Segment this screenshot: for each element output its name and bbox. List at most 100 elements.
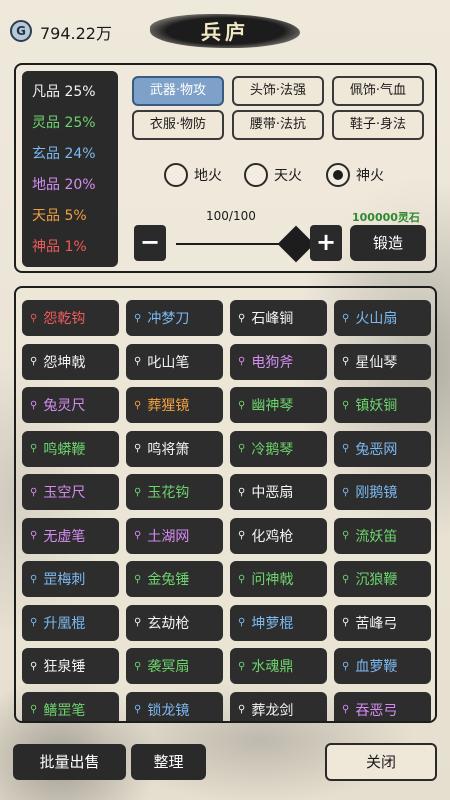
- item-lock-icon: ⚲: [342, 356, 350, 367]
- batch-sell-button[interactable]: 批量出售: [13, 744, 126, 780]
- inventory-item[interactable]: ⚲ 坤萝棍: [230, 604, 327, 641]
- inventory-item[interactable]: ⚲ 吞恶弓: [334, 691, 431, 721]
- inventory-item[interactable]: ⚲ 金兔锤: [126, 561, 223, 597]
- inventory-item[interactable]: ⚲ 鸣蟒鞭: [22, 430, 119, 467]
- inventory-item[interactable]: ⚲ 锁龙镜: [126, 691, 223, 721]
- item-name: 土湖网: [147, 528, 190, 545]
- radio-divine-fire[interactable]: 神火: [326, 163, 384, 187]
- forge-button[interactable]: 锻造: [350, 225, 426, 261]
- inventory-item[interactable]: ⚲ 罡梅刺: [22, 561, 119, 597]
- item-lock-icon: ⚲: [238, 617, 246, 628]
- item-name: 袭冥扇: [147, 659, 190, 675]
- inventory-item[interactable]: ⚲ 石峰锏: [230, 300, 327, 336]
- inventory-item[interactable]: ⚲ 问神戟: [230, 561, 327, 597]
- inventory-item[interactable]: ⚲ 玉花钩: [126, 474, 223, 510]
- quality-rates-box: 凡品 25% 灵品 25% 玄品 24% 地品 20% 天品 5% 神品 1%: [22, 71, 118, 267]
- item-name: 鳝罡笔: [43, 702, 86, 719]
- item-lock-icon: ⚲: [134, 573, 142, 585]
- inventory-item[interactable]: ⚲ 袭冥扇: [126, 648, 223, 684]
- inventory-item[interactable]: ⚲ 火山扇: [334, 300, 431, 336]
- item-lock-icon: ⚲: [134, 704, 142, 715]
- radio-earth-fire[interactable]: 地火: [164, 163, 222, 187]
- quality-rate-row: 玄品 24%: [32, 146, 96, 162]
- inventory-item[interactable]: ⚲ 叱山笔: [126, 343, 223, 380]
- inventory-item[interactable]: ⚲ 流妖笛: [334, 517, 431, 554]
- inventory-item[interactable]: ⚲ 鸣将箫: [126, 430, 223, 467]
- radio-label: 天火: [274, 168, 302, 184]
- item-name: 玉空尺: [43, 485, 86, 501]
- item-lock-icon: ⚲: [30, 312, 38, 324]
- inventory-item[interactable]: ⚲ 刚鹅镜: [334, 474, 431, 510]
- inventory-item[interactable]: ⚲ 土湖网: [126, 517, 223, 554]
- inventory-item[interactable]: ⚲ 电狗斧: [230, 343, 327, 380]
- inventory-item[interactable]: ⚲ 怨坤戟: [22, 343, 119, 380]
- tab-accessory[interactable]: 佩饰·气血: [332, 76, 424, 106]
- inventory-item[interactable]: ⚲ 兔灵尺: [22, 387, 119, 423]
- item-name: 流妖笛: [355, 528, 398, 545]
- inventory-item[interactable]: ⚲ 中恶扇: [230, 474, 327, 510]
- item-lock-icon: ⚲: [30, 617, 38, 628]
- page-title: 兵庐: [201, 20, 249, 44]
- inventory-item[interactable]: ⚲ 升凰棍: [22, 604, 119, 641]
- sort-button[interactable]: 整理: [131, 744, 206, 780]
- tab-weapon[interactable]: 武器·物攻: [132, 76, 224, 106]
- item-name: 罡梅刺: [43, 572, 86, 588]
- tab-belt[interactable]: 腰带·法抗: [232, 110, 324, 140]
- inventory-item[interactable]: ⚲ 葬龙剑: [230, 691, 327, 721]
- inventory-item[interactable]: ⚲ 化鸡枪: [230, 517, 327, 554]
- item-lock-icon: ⚲: [30, 573, 38, 585]
- item-name: 玉花钩: [147, 485, 190, 501]
- item-name: 苦峰弓: [355, 615, 398, 632]
- item-name: 金兔锤: [147, 572, 190, 588]
- item-lock-icon: ⚲: [342, 443, 350, 454]
- item-name: 葬猩镜: [147, 398, 190, 414]
- item-name: 幽神琴: [251, 398, 294, 414]
- item-name: 水魂鼎: [251, 659, 294, 675]
- quantity-label: 100/100: [206, 209, 256, 223]
- inventory-item[interactable]: ⚲ 冷鹅琴: [230, 430, 327, 467]
- quality-rate-row: 天品 5%: [32, 208, 87, 224]
- quality-rate-row: 地品 20%: [32, 177, 96, 193]
- coin-icon: G: [10, 20, 32, 42]
- inventory-item[interactable]: ⚲ 狂泉锤: [22, 648, 119, 684]
- item-name: 冷鹅琴: [251, 441, 294, 458]
- inventory-item[interactable]: ⚲ 沉狼鞭: [334, 561, 431, 597]
- minus-button[interactable]: −: [134, 225, 166, 261]
- item-name: 吞恶弓: [355, 702, 398, 719]
- item-name: 血萝鞭: [355, 659, 398, 675]
- item-lock-icon: ⚲: [30, 356, 38, 367]
- item-lock-icon: ⚲: [134, 617, 142, 628]
- inventory-item[interactable]: ⚲ 鳝罡笔: [22, 691, 119, 721]
- item-lock-icon: ⚲: [342, 399, 350, 411]
- inventory-item[interactable]: ⚲ 玄劫枪: [126, 604, 223, 641]
- cost-label: 100000灵石: [352, 211, 420, 224]
- inventory-item[interactable]: ⚲ 冲梦刀: [126, 300, 223, 336]
- item-lock-icon: ⚲: [134, 486, 142, 498]
- tab-shoes[interactable]: 鞋子·身法: [332, 110, 424, 140]
- inventory-item[interactable]: ⚲ 幽神琴: [230, 387, 327, 423]
- item-name: 刚鹅镜: [355, 485, 398, 501]
- inventory-item[interactable]: ⚲ 血萝鞭: [334, 648, 431, 684]
- inventory-item[interactable]: ⚲ 葬猩镜: [126, 387, 223, 423]
- item-name: 叱山笔: [147, 354, 190, 371]
- close-button[interactable]: 关闭: [325, 743, 437, 781]
- plus-button[interactable]: +: [310, 225, 342, 261]
- inventory-item[interactable]: ⚲ 星仙琴: [334, 343, 431, 380]
- inventory-item[interactable]: ⚲ 玉空尺: [22, 474, 119, 510]
- inventory-item[interactable]: ⚲ 水魂鼎: [230, 648, 327, 684]
- radio-heaven-fire[interactable]: 天火: [244, 163, 302, 187]
- inventory-item[interactable]: ⚲ 无虚笔: [22, 517, 119, 554]
- item-lock-icon: ⚲: [238, 399, 246, 411]
- item-name: 兔恶网: [355, 441, 398, 458]
- inventory-item[interactable]: ⚲ 兔恶网: [334, 430, 431, 467]
- inventory-item[interactable]: ⚲ 苦峰弓: [334, 604, 431, 641]
- inventory-item[interactable]: ⚲ 镇妖锏: [334, 387, 431, 423]
- quality-rate-row: 神品 1%: [32, 239, 87, 255]
- item-name: 鸣蟒鞭: [43, 441, 86, 458]
- inventory-item[interactable]: ⚲ 怨乾钩: [22, 300, 119, 336]
- tab-headwear[interactable]: 头饰·法强: [232, 76, 324, 106]
- quantity-slider-knob[interactable]: [277, 225, 315, 263]
- tab-clothing[interactable]: 衣服·物防: [132, 110, 224, 140]
- item-lock-icon: ⚲: [30, 660, 38, 672]
- quality-rate-row: 灵品 25%: [32, 115, 96, 131]
